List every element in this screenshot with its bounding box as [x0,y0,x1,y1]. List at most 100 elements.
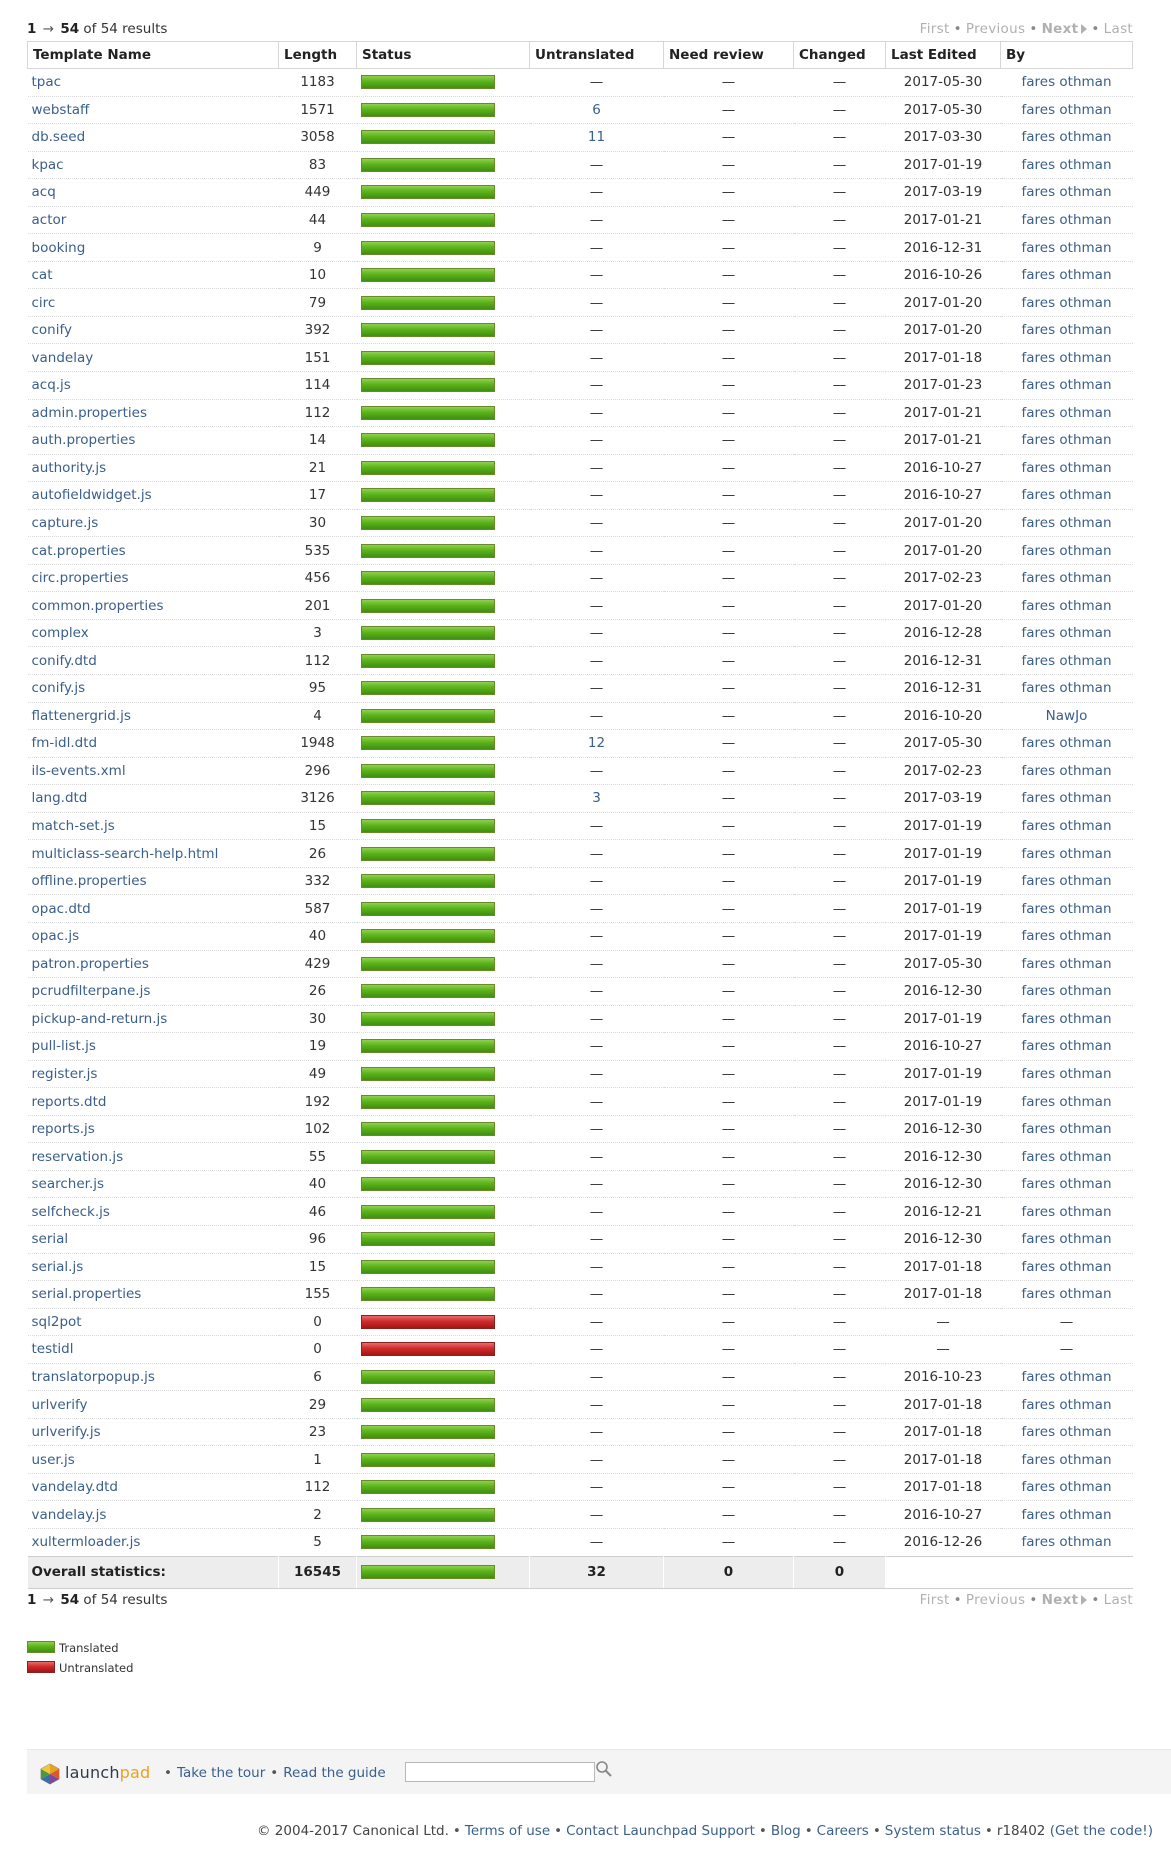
template-editor[interactable]: fares othman [1000,288,1133,317]
column-header-need-review[interactable]: Need review [663,41,794,69]
template-name-link[interactable]: actor [27,206,279,235]
template-name-link[interactable]: common.properties [27,591,279,620]
template-name-link[interactable]: cat [27,261,279,290]
template-name-link[interactable]: conify [27,316,279,345]
nav-previous-link[interactable]: Previous [966,1592,1025,1608]
template-editor[interactable]: fares othman [1000,591,1133,620]
template-name-link[interactable]: match-set.js [27,812,279,841]
template-name-link[interactable]: urlverify.js [27,1418,279,1447]
template-editor[interactable]: fares othman [1000,1005,1133,1034]
column-header-status[interactable]: Status [356,41,530,69]
template-editor[interactable]: fares othman [1000,729,1133,758]
template-name-link[interactable]: ils-events.xml [27,757,279,786]
column-header-length[interactable]: Length [278,41,357,69]
template-editor[interactable]: fares othman [1000,1253,1133,1282]
template-editor[interactable]: fares othman [1000,784,1133,813]
template-editor[interactable]: fares othman [1000,316,1133,345]
template-name-link[interactable]: circ.properties [27,564,279,593]
template-untranslated[interactable]: 12 [529,729,664,758]
template-editor[interactable]: fares othman [1000,399,1133,428]
template-editor[interactable]: fares othman [1000,536,1133,565]
template-name-link[interactable]: multiclass-search-help.html [27,839,279,868]
search-icon[interactable] [595,1760,613,1778]
template-editor[interactable]: fares othman [1000,922,1133,951]
template-name-link[interactable]: conify.dtd [27,646,279,676]
template-editor[interactable]: fares othman [1000,1032,1133,1061]
template-name-link[interactable]: serial.js [27,1253,279,1282]
template-name-link[interactable]: vandelay.js [27,1500,279,1529]
template-name-link[interactable]: capture.js [27,509,279,538]
template-editor[interactable]: fares othman [1000,1418,1133,1447]
contact-support-link[interactable]: Contact Launchpad Support [566,1823,755,1839]
template-editor[interactable]: fares othman [1000,867,1133,896]
take-the-tour-link[interactable]: Take the tour [177,1765,265,1781]
template-editor[interactable]: fares othman [1000,646,1133,676]
template-name-link[interactable]: acq [27,178,279,207]
template-editor[interactable]: fares othman [1000,481,1133,510]
template-name-link[interactable]: pull-list.js [27,1032,279,1061]
template-editor[interactable]: fares othman [1000,1170,1133,1199]
template-name-link[interactable]: opac.js [27,922,279,951]
template-name-link[interactable]: autofieldwidget.js [27,481,279,510]
template-name-link[interactable]: urlverify [27,1390,279,1419]
template-name-link[interactable]: lang.dtd [27,784,279,813]
template-editor[interactable]: fares othman [1000,1500,1133,1529]
template-editor[interactable]: fares othman [1000,564,1133,593]
template-name-link[interactable]: conify.js [27,674,279,703]
template-editor[interactable]: fares othman [1000,1445,1133,1474]
terms-of-use-link[interactable]: Terms of use [465,1823,550,1839]
template-name-link[interactable]: user.js [27,1445,279,1474]
template-editor[interactable]: fares othman [1000,343,1133,373]
template-editor[interactable]: fares othman [1000,151,1133,180]
template-name-link[interactable]: pickup-and-return.js [27,1005,279,1034]
get-the-code-link[interactable]: (Get the code!) [1050,1823,1153,1839]
template-name-link[interactable]: flattenergrid.js [27,702,279,731]
nav-first-link[interactable]: First [920,1592,950,1608]
template-name-link[interactable]: reports.js [27,1115,279,1144]
template-name-link[interactable]: complex [27,619,279,648]
template-name-link[interactable]: testidl [27,1335,279,1364]
template-untranslated[interactable]: 11 [529,123,664,152]
read-the-guide-link[interactable]: Read the guide [283,1765,385,1781]
template-editor[interactable]: fares othman [1000,1363,1133,1392]
column-header-template-name[interactable]: Template Name [27,41,279,69]
template-editor[interactable]: fares othman [1000,812,1133,841]
template-name-link[interactable]: kpac [27,151,279,180]
blog-link[interactable]: Blog [771,1823,801,1839]
column-header-by[interactable]: By [1000,41,1133,69]
template-name-link[interactable]: searcher.js [27,1170,279,1199]
footer-search-input[interactable] [405,1762,595,1782]
launchpad-brand[interactable]: launchpad [65,1763,150,1782]
template-editor[interactable]: fares othman [1000,619,1133,648]
template-editor[interactable]: fares othman [1000,674,1133,703]
careers-link[interactable]: Careers [817,1823,869,1839]
template-editor[interactable]: fares othman [1000,68,1133,97]
nav-last-link[interactable]: Last [1104,21,1133,37]
template-editor[interactable]: fares othman [1000,261,1133,290]
template-name-link[interactable]: xultermloader.js [27,1528,279,1557]
template-editor[interactable]: fares othman [1000,454,1133,483]
template-name-link[interactable]: webstaff [27,96,279,125]
template-name-link[interactable]: selfcheck.js [27,1197,279,1226]
template-name-link[interactable]: authority.js [27,454,279,483]
template-editor[interactable]: fares othman [1000,426,1133,455]
template-editor[interactable]: fares othman [1000,1473,1133,1502]
template-editor[interactable]: fares othman [1000,1390,1133,1419]
template-editor[interactable]: fares othman [1000,371,1133,400]
nav-next-link[interactable]: Next [1042,1592,1088,1608]
template-editor[interactable]: fares othman [1000,96,1133,125]
template-name-link[interactable]: opac.dtd [27,894,279,923]
template-name-link[interactable]: serial.properties [27,1280,279,1309]
template-name-link[interactable]: sql2pot [27,1308,279,1337]
template-editor[interactable]: fares othman [1000,1528,1133,1557]
template-editor[interactable]: fares othman [1000,1142,1133,1171]
system-status-link[interactable]: System status [885,1823,981,1839]
template-editor[interactable]: fares othman [1000,1280,1133,1309]
template-name-link[interactable]: fm-idl.dtd [27,729,279,758]
template-name-link[interactable]: tpac [27,68,279,97]
template-name-link[interactable]: acq.js [27,371,279,400]
template-name-link[interactable]: offline.properties [27,867,279,896]
template-name-link[interactable]: admin.properties [27,399,279,428]
column-header-changed[interactable]: Changed [793,41,886,69]
template-untranslated[interactable]: 3 [529,784,664,813]
